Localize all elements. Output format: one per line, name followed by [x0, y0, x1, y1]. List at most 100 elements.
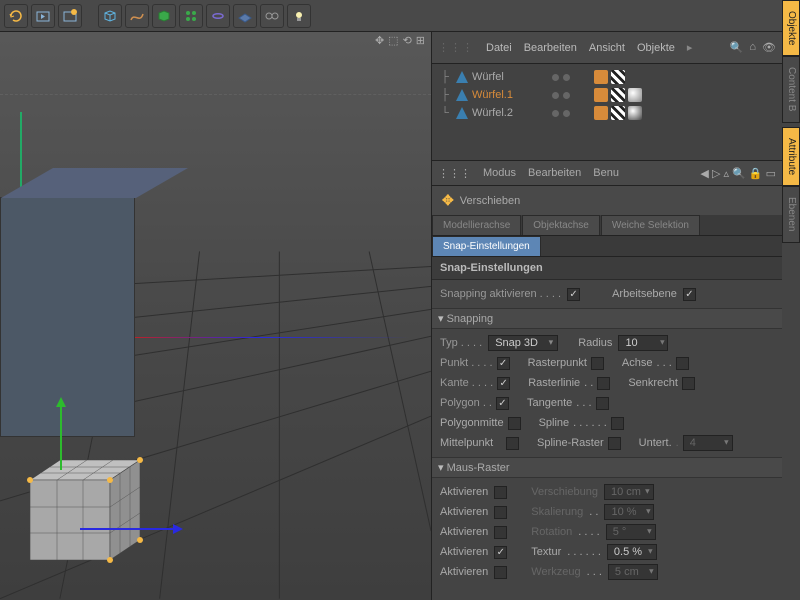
side-tab-ebenen[interactable]: Ebenen	[782, 186, 800, 242]
label-arbeitsebene: Arbeitsebene	[612, 288, 677, 300]
checkbox-tangente[interactable]	[596, 397, 609, 410]
label-skalierung: Skalierung	[531, 506, 583, 518]
checkbox-polygon[interactable]: ✓	[496, 397, 509, 410]
nav-up-icon[interactable]: ▵	[723, 168, 729, 180]
viewport-layout-icon[interactable]: ⊞	[416, 34, 425, 47]
side-tab-attribute[interactable]: Attribute	[782, 127, 800, 186]
toolbar-btn-camera[interactable]	[260, 4, 284, 28]
checkbox-tool-enable[interactable]	[494, 566, 507, 579]
search-icon[interactable]: 🔍	[732, 168, 746, 180]
label-aktivieren: Aktivieren	[440, 566, 488, 578]
object-manager-header: ⋮⋮⋮ Datei Bearbeiten Ansicht Objekte ▸ 🔍…	[432, 32, 782, 64]
checkbox-spline-raster[interactable]	[608, 437, 621, 450]
main-area: ✥ ⬚ ⟲ ⊞	[0, 32, 800, 600]
home-icon[interactable]: ⌂	[749, 41, 756, 54]
grip-icon[interactable]: ⋮⋮⋮	[438, 41, 474, 54]
cube-icon	[456, 71, 468, 83]
checkbox-punkt[interactable]: ✓	[497, 357, 510, 370]
viewport-object-cube[interactable]	[0, 197, 135, 437]
attribute-tabs: Modellierachse Objektachse Weiche Selekt…	[432, 215, 782, 236]
checkbox-rasterpunkt[interactable]	[591, 357, 604, 370]
attr-menu-user[interactable]: Benu	[593, 167, 619, 179]
viewport-3d[interactable]: ✥ ⬚ ⟲ ⊞	[0, 32, 432, 600]
checkbox-senkrecht[interactable]	[682, 377, 695, 390]
viewport-pan-icon[interactable]: ✥	[375, 34, 384, 47]
field-radius[interactable]: 10	[618, 335, 668, 351]
group-snapping[interactable]: ▾ Snapping	[432, 308, 782, 329]
checkbox-rasterlinie[interactable]	[597, 377, 610, 390]
toolbar-btn-light[interactable]	[287, 4, 311, 28]
menu-file[interactable]: Datei	[486, 42, 512, 54]
checkbox-texture-enable[interactable]: ✓	[494, 546, 507, 559]
label-rasterlinie: Rasterlinie	[528, 377, 580, 389]
label-aktivieren: Aktivieren	[440, 526, 488, 538]
tab-modellierachse[interactable]: Modellierachse	[432, 215, 521, 235]
checkbox-spline[interactable]	[611, 417, 624, 430]
checkbox-scale-enable[interactable]	[494, 506, 507, 519]
checkbox-kante[interactable]: ✓	[497, 377, 510, 390]
new-icon[interactable]: ▭	[766, 168, 776, 180]
tab-snap-einstellungen[interactable]: Snap-Einstellungen	[432, 236, 541, 256]
nav-back-icon[interactable]: ◀	[700, 168, 708, 180]
label-spline: Spline	[539, 417, 570, 429]
label-polygonmitte: Polygonmitte	[440, 417, 504, 429]
tree-item-label: Würfel.1	[472, 89, 542, 101]
object-tree[interactable]: ├ Würfel ├ Würfel.1 └ Würfel.2	[432, 64, 782, 160]
checkbox-achse[interactable]	[676, 357, 689, 370]
cube-icon	[456, 89, 468, 101]
checkbox-polygonmitte[interactable]	[508, 417, 521, 430]
section-snap: Snap-Einstellungen	[432, 257, 782, 280]
toolbar-btn-render-settings[interactable]	[58, 4, 82, 28]
tree-item-label: Würfel.2	[472, 107, 542, 119]
checkbox-rotation-enable[interactable]	[494, 526, 507, 539]
label-typ: Typ	[440, 337, 482, 349]
toolbar-btn-undo[interactable]	[4, 4, 28, 28]
side-tabs: Objekte Content B Attribute Ebenen	[782, 0, 800, 243]
label-aktivieren: Aktivieren	[440, 486, 488, 498]
tab-objektachse[interactable]: Objektachse	[522, 215, 600, 235]
viewport-rotate-icon[interactable]: ⟲	[403, 34, 412, 47]
toolbar-btn-render[interactable]	[31, 4, 55, 28]
group-maus-raster[interactable]: ▾ Maus-Raster	[432, 457, 782, 478]
eye-icon[interactable]: 👁	[762, 41, 776, 54]
tree-row[interactable]: └ Würfel.2	[438, 104, 776, 122]
grip-icon[interactable]: ⋮⋮⋮	[438, 167, 471, 180]
label-polygon: Polygon	[440, 397, 492, 409]
toolbar-btn-cube[interactable]	[98, 4, 122, 28]
side-tab-content[interactable]: Content B	[782, 56, 800, 122]
label-rotation: Rotation	[531, 526, 572, 538]
viewport-zoom-icon[interactable]: ⬚	[388, 34, 398, 47]
field-werkzeug: 5 cm	[608, 564, 658, 580]
checkbox-arbeitsebene[interactable]: ✓	[683, 288, 696, 301]
checkbox-move-enable[interactable]	[494, 486, 507, 499]
field-textur[interactable]: 0.5 %	[607, 544, 657, 560]
tab-weiche-selektion[interactable]: Weiche Selektion	[601, 215, 700, 235]
checkbox-snapping-aktivieren[interactable]: ✓	[567, 288, 580, 301]
tree-row[interactable]: ├ Würfel	[438, 68, 776, 86]
search-icon[interactable]: 🔍	[730, 41, 744, 54]
toolbar-btn-floor[interactable]	[233, 4, 257, 28]
menu-objects[interactable]: Objekte	[637, 42, 675, 54]
attr-menu-mode[interactable]: Modus	[483, 167, 516, 179]
tree-row[interactable]: ├ Würfel.1	[438, 86, 776, 104]
checkbox-mittelpunkt[interactable]	[506, 437, 519, 450]
axis-y-icon[interactable]	[60, 400, 62, 470]
viewport-object-wirecube[interactable]	[0, 430, 170, 590]
attr-menu-edit[interactable]: Bearbeiten	[528, 167, 581, 179]
menu-edit[interactable]: Bearbeiten	[524, 42, 577, 54]
toolbar-btn-spline[interactable]	[125, 4, 149, 28]
side-tab-objekte[interactable]: Objekte	[782, 0, 800, 56]
nav-fwd-icon[interactable]: ▷	[712, 168, 720, 180]
label-werkzeug: Werkzeug	[531, 566, 580, 578]
dropdown-typ[interactable]: Snap 3D	[488, 335, 558, 351]
lock-icon[interactable]: 🔒	[749, 168, 763, 180]
menu-view[interactable]: Ansicht	[589, 42, 625, 54]
label-rasterpunkt: Rasterpunkt	[528, 357, 587, 369]
field-verschiebung: 10 cm	[604, 484, 654, 500]
toolbar-btn-array[interactable]	[179, 4, 203, 28]
toolbar-btn-deformer[interactable]	[206, 4, 230, 28]
axis-z-icon[interactable]	[80, 528, 180, 530]
move-tool-icon: ✥	[442, 192, 454, 209]
toolbar-btn-nurbs[interactable]	[152, 4, 176, 28]
cube-icon	[456, 107, 468, 119]
